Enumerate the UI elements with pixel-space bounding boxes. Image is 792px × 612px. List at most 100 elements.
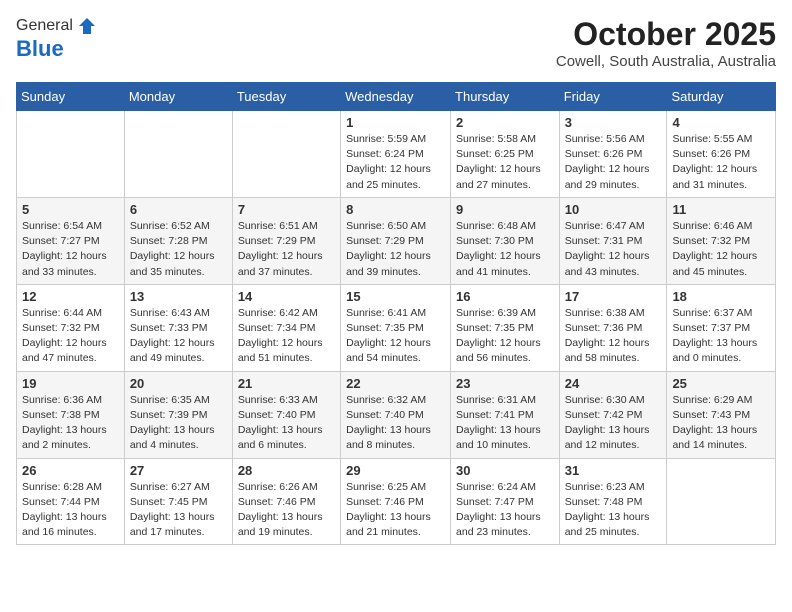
day-number: 7 <box>238 202 335 217</box>
calendar-cell <box>124 111 232 198</box>
day-number: 23 <box>456 376 554 391</box>
day-number: 4 <box>672 115 770 130</box>
calendar-cell: 25 Sunrise: 6:29 AM Sunset: 7:43 PM Dayli… <box>667 371 776 458</box>
calendar-cell: 30 Sunrise: 6:24 AM Sunset: 7:47 PM Dayli… <box>451 458 560 545</box>
calendar-cell: 20 Sunrise: 6:35 AM Sunset: 7:39 PM Dayli… <box>124 371 232 458</box>
calendar-cell: 2Sunrise: 5:58 AM Sunset: 6:25 PM Daylig… <box>451 111 560 198</box>
header-day-monday: Monday <box>124 83 232 111</box>
calendar-week-5: 26Sunrise: 6:28 AM Sunset: 7:44 PM Dayli… <box>17 458 776 545</box>
calendar-cell: 15 Sunrise: 6:41 AM Sunset: 7:35 PM Dayli… <box>341 284 451 371</box>
calendar-cell: 4 Sunrise: 5:55 AM Sunset: 6:26 PM Daylig… <box>667 111 776 198</box>
day-number: 18 <box>672 289 770 304</box>
cell-content: Sunrise: 6:48 AM Sunset: 7:30 PM Dayligh… <box>456 219 554 280</box>
day-number: 15 <box>346 289 445 304</box>
cell-content: Sunrise: 6:37 AM Sunset: 7:37 PM Dayligh… <box>672 306 770 367</box>
calendar-cell: 13 Sunrise: 6:43 AM Sunset: 7:33 PM Dayli… <box>124 284 232 371</box>
calendar-week-4: 19Sunrise: 6:36 AM Sunset: 7:38 PM Dayli… <box>17 371 776 458</box>
calendar-week-1: 1 Sunrise: 5:59 AM Sunset: 6:24 PM Daylig… <box>17 111 776 198</box>
day-number: 17 <box>565 289 662 304</box>
cell-content: Sunrise: 5:55 AM Sunset: 6:26 PM Dayligh… <box>672 132 770 193</box>
cell-content: Sunrise: 6:31 AM Sunset: 7:41 PM Dayligh… <box>456 393 554 454</box>
calendar-cell: 17 Sunrise: 6:38 AM Sunset: 7:36 PM Dayli… <box>559 284 667 371</box>
calendar-cell: 12 Sunrise: 6:44 AM Sunset: 7:32 PM Dayli… <box>17 284 125 371</box>
header-day-friday: Friday <box>559 83 667 111</box>
cell-content: Sunrise: 6:46 AM Sunset: 7:32 PM Dayligh… <box>672 219 770 280</box>
cell-content: Sunrise: 6:26 AM Sunset: 7:46 PM Dayligh… <box>238 480 335 541</box>
calendar-cell: 8Sunrise: 6:50 AM Sunset: 7:29 PM Daylig… <box>341 197 451 284</box>
calendar-cell: 27 Sunrise: 6:27 AM Sunset: 7:45 PM Dayli… <box>124 458 232 545</box>
header-day-sunday: Sunday <box>17 83 125 111</box>
calendar-cell: 28 Sunrise: 6:26 AM Sunset: 7:46 PM Dayli… <box>232 458 340 545</box>
calendar-cell: 18 Sunrise: 6:37 AM Sunset: 7:37 PM Dayli… <box>667 284 776 371</box>
cell-content: Sunrise: 6:43 AM Sunset: 7:33 PM Dayligh… <box>130 306 227 367</box>
day-number: 28 <box>238 463 335 478</box>
day-number: 13 <box>130 289 227 304</box>
day-number: 12 <box>22 289 119 304</box>
calendar-cell: 26Sunrise: 6:28 AM Sunset: 7:44 PM Dayli… <box>17 458 125 545</box>
cell-content: Sunrise: 6:54 AM Sunset: 7:27 PM Dayligh… <box>22 219 119 280</box>
day-number: 5 <box>22 202 119 217</box>
cell-content: Sunrise: 5:56 AM Sunset: 6:26 PM Dayligh… <box>565 132 662 193</box>
cell-content: Sunrise: 6:41 AM Sunset: 7:35 PM Dayligh… <box>346 306 445 367</box>
calendar-cell: 6Sunrise: 6:52 AM Sunset: 7:28 PM Daylig… <box>124 197 232 284</box>
day-number: 25 <box>672 376 770 391</box>
cell-content: Sunrise: 6:35 AM Sunset: 7:39 PM Dayligh… <box>130 393 227 454</box>
calendar-week-2: 5 Sunrise: 6:54 AM Sunset: 7:27 PM Daylig… <box>17 197 776 284</box>
cell-content: Sunrise: 6:24 AM Sunset: 7:47 PM Dayligh… <box>456 480 554 541</box>
cell-content: Sunrise: 6:51 AM Sunset: 7:29 PM Dayligh… <box>238 219 335 280</box>
cell-content: Sunrise: 6:38 AM Sunset: 7:36 PM Dayligh… <box>565 306 662 367</box>
day-number: 24 <box>565 376 662 391</box>
day-number: 29 <box>346 463 445 478</box>
calendar-week-3: 12 Sunrise: 6:44 AM Sunset: 7:32 PM Dayli… <box>17 284 776 371</box>
calendar-cell: 31 Sunrise: 6:23 AM Sunset: 7:48 PM Dayli… <box>559 458 667 545</box>
day-number: 11 <box>672 202 770 217</box>
day-number: 16 <box>456 289 554 304</box>
calendar-cell <box>17 111 125 198</box>
cell-content: Sunrise: 6:29 AM Sunset: 7:43 PM Dayligh… <box>672 393 770 454</box>
day-number: 27 <box>130 463 227 478</box>
day-number: 14 <box>238 289 335 304</box>
calendar-cell: 11 Sunrise: 6:46 AM Sunset: 7:32 PM Dayli… <box>667 197 776 284</box>
month-title: October 2025 <box>556 16 776 53</box>
calendar-cell: 24 Sunrise: 6:30 AM Sunset: 7:42 PM Dayli… <box>559 371 667 458</box>
logo-icon <box>77 16 97 36</box>
day-number: 19 <box>22 376 119 391</box>
day-number: 30 <box>456 463 554 478</box>
day-number: 8 <box>346 202 445 217</box>
calendar-cell: 3 Sunrise: 5:56 AM Sunset: 6:26 PM Daylig… <box>559 111 667 198</box>
header-day-wednesday: Wednesday <box>341 83 451 111</box>
cell-content: Sunrise: 5:59 AM Sunset: 6:24 PM Dayligh… <box>346 132 445 193</box>
calendar-table: SundayMondayTuesdayWednesdayThursdayFrid… <box>16 82 776 545</box>
calendar-cell: 10 Sunrise: 6:47 AM Sunset: 7:31 PM Dayli… <box>559 197 667 284</box>
location-title: Cowell, South Australia, Australia <box>556 53 776 70</box>
calendar-cell: 7 Sunrise: 6:51 AM Sunset: 7:29 PM Daylig… <box>232 197 340 284</box>
cell-content: Sunrise: 6:23 AM Sunset: 7:48 PM Dayligh… <box>565 480 662 541</box>
day-number: 3 <box>565 115 662 130</box>
cell-content: Sunrise: 6:47 AM Sunset: 7:31 PM Dayligh… <box>565 219 662 280</box>
calendar-cell: 29Sunrise: 6:25 AM Sunset: 7:46 PM Dayli… <box>341 458 451 545</box>
calendar-cell: 22Sunrise: 6:32 AM Sunset: 7:40 PM Dayli… <box>341 371 451 458</box>
logo-general-text: General <box>16 17 73 35</box>
logo: General Blue <box>16 16 97 62</box>
day-number: 1 <box>346 115 445 130</box>
calendar-cell: 14 Sunrise: 6:42 AM Sunset: 7:34 PM Dayli… <box>232 284 340 371</box>
cell-content: Sunrise: 6:27 AM Sunset: 7:45 PM Dayligh… <box>130 480 227 541</box>
title-block: October 2025 Cowell, South Australia, Au… <box>556 16 776 70</box>
cell-content: Sunrise: 6:39 AM Sunset: 7:35 PM Dayligh… <box>456 306 554 367</box>
cell-content: Sunrise: 6:44 AM Sunset: 7:32 PM Dayligh… <box>22 306 119 367</box>
cell-content: Sunrise: 6:30 AM Sunset: 7:42 PM Dayligh… <box>565 393 662 454</box>
calendar-cell: 5 Sunrise: 6:54 AM Sunset: 7:27 PM Daylig… <box>17 197 125 284</box>
calendar-cell: 19Sunrise: 6:36 AM Sunset: 7:38 PM Dayli… <box>17 371 125 458</box>
day-number: 10 <box>565 202 662 217</box>
cell-content: Sunrise: 6:42 AM Sunset: 7:34 PM Dayligh… <box>238 306 335 367</box>
day-number: 31 <box>565 463 662 478</box>
day-number: 2 <box>456 115 554 130</box>
cell-content: Sunrise: 6:33 AM Sunset: 7:40 PM Dayligh… <box>238 393 335 454</box>
day-number: 20 <box>130 376 227 391</box>
cell-content: Sunrise: 6:28 AM Sunset: 7:44 PM Dayligh… <box>22 480 119 541</box>
day-number: 22 <box>346 376 445 391</box>
header-day-tuesday: Tuesday <box>232 83 340 111</box>
logo-blue-text: Blue <box>16 36 97 62</box>
page-header: General Blue October 2025 Cowell, South … <box>16 16 776 70</box>
calendar-cell <box>232 111 340 198</box>
